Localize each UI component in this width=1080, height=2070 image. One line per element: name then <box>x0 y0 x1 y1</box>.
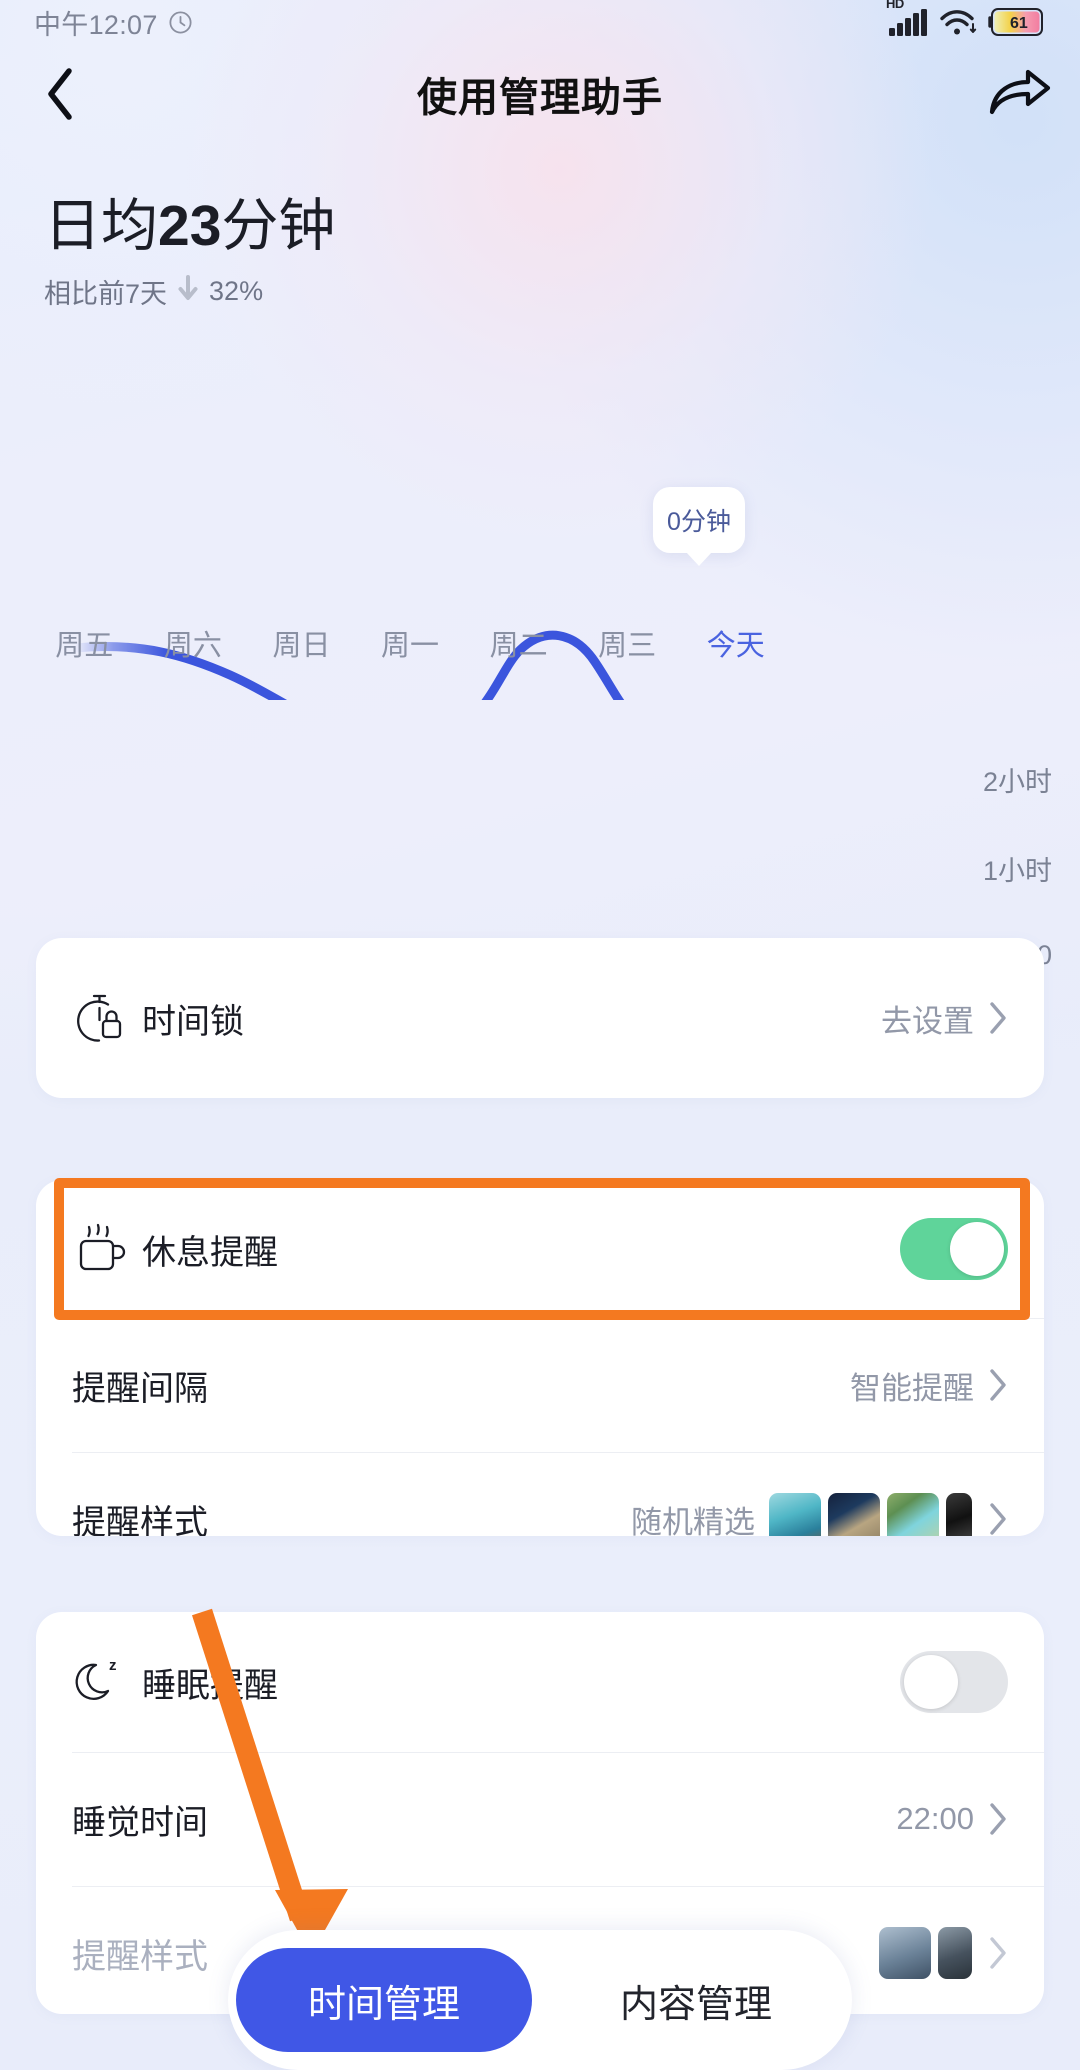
chart-day-label[interactable]: 周五 <box>30 622 139 664</box>
break-reminder-card: 休息提醒 提醒间隔 智能提醒 提醒样式 随机精选 <box>36 1180 1044 1536</box>
row-break-reminder[interactable]: 休息提醒 <box>36 1180 1044 1318</box>
coffee-cup-icon <box>72 1221 142 1277</box>
row-bedtime[interactable]: 睡觉时间 22:00 <box>36 1752 1044 1886</box>
row-value-time-lock: 去设置 <box>881 1003 974 1039</box>
chart-day-label-today[interactable]: 今天 <box>681 622 790 664</box>
row-sleep-reminder[interactable]: z 睡眠提醒 <box>36 1612 1044 1752</box>
chart-day-label[interactable]: 周六 <box>139 622 248 664</box>
cellular-signal-icon <box>889 9 927 36</box>
alarm-clock-icon <box>169 10 192 34</box>
row-label-reminder-interval: 提醒间隔 <box>72 1369 208 1408</box>
nav-bar: 使用管理助手 <box>0 52 1080 136</box>
share-icon <box>989 69 1051 115</box>
row-label-sleep-reminder: 睡眠提醒 <box>142 1666 278 1705</box>
row-value-bedtime: 22:00 <box>896 1801 974 1836</box>
status-bar-time: 中午12:07 <box>34 9 158 40</box>
battery-level-text: 61 <box>1010 15 1028 32</box>
status-bar: 中午12:07 HD 61 <box>0 0 1080 44</box>
chevron-right-icon <box>990 1002 1006 1034</box>
page-title: 使用管理助手 <box>417 76 663 120</box>
back-button[interactable] <box>0 66 120 122</box>
y-axis-label-2h: 2小时 <box>982 767 1052 797</box>
toggle-knob <box>904 1655 958 1709</box>
chart-day-label[interactable]: 周三 <box>573 622 682 664</box>
reminder-style-thumbnails[interactable] <box>769 1493 972 1536</box>
row-reminder-interval[interactable]: 提醒间隔 智能提醒 <box>36 1318 1044 1452</box>
thumbnail-mountain <box>879 1927 931 1979</box>
chevron-right-icon <box>990 1503 1006 1535</box>
moon-sleep-icon: z <box>72 1654 142 1710</box>
chart-tooltip-label: 0分钟 <box>667 508 731 536</box>
time-lock-card: 时间锁 去设置 <box>36 938 1044 1098</box>
thumbnail-cliff <box>828 1493 880 1536</box>
chart-day-labels: 周五 周六 周日 周一 周二 周三 今天 <box>30 622 790 664</box>
usage-summary: 日均23分钟 相比前7天 32% <box>44 192 335 311</box>
row-label-bedtime: 睡觉时间 <box>72 1803 208 1842</box>
chart-tooltip: 0分钟 <box>653 487 745 553</box>
battery-icon: 61 <box>988 8 1043 36</box>
chart-day-label[interactable]: 周二 <box>464 622 573 664</box>
row-reminder-style[interactable]: 提醒样式 随机精选 <box>36 1452 1044 1536</box>
stopwatch-lock-icon <box>72 990 142 1046</box>
sleep-reminder-toggle[interactable] <box>900 1651 1008 1713</box>
chart-day-label[interactable]: 周日 <box>247 622 356 664</box>
status-bar-right: HD 61 <box>886 0 1046 37</box>
thumbnail-beach <box>769 1493 821 1536</box>
chevron-right-icon <box>990 1937 1006 1969</box>
comparison-change: 32% <box>209 276 264 307</box>
comparison-row: 相比前7天 32% <box>44 272 335 311</box>
y-axis-label-1h: 1小时 <box>982 856 1052 886</box>
row-value-reminder-interval: 智能提醒 <box>850 1370 974 1406</box>
toggle-knob <box>950 1222 1004 1276</box>
daily-average-text: 日均23分钟 <box>44 192 335 260</box>
daily-average-suffix: 分钟 <box>221 194 336 258</box>
comparison-label: 相比前7天 <box>44 279 168 310</box>
sleep-reminder-style-thumbnails[interactable] <box>879 1927 972 1979</box>
arrow-down-icon <box>175 274 201 309</box>
chart-day-label[interactable]: 周一 <box>356 622 465 664</box>
row-time-lock[interactable]: 时间锁 去设置 <box>36 938 1044 1098</box>
chevron-left-icon <box>48 68 72 120</box>
chevron-right-icon <box>990 1369 1006 1401</box>
daily-average-prefix: 日均 <box>44 194 158 258</box>
status-bar-left: 中午12:07 <box>34 3 194 42</box>
thumbnail-dark <box>946 1493 972 1536</box>
row-label-time-lock: 时间锁 <box>142 1002 244 1041</box>
svg-text:z: z <box>109 1657 117 1674</box>
row-label-reminder-style: 提醒样式 <box>72 1503 208 1537</box>
daily-average-value: 23 <box>158 194 222 258</box>
chevron-right-icon <box>990 1803 1006 1835</box>
wifi-icon <box>940 10 977 35</box>
thumbnail-river <box>887 1493 939 1536</box>
share-button[interactable] <box>960 68 1080 120</box>
tab-time-management[interactable]: 时间管理 <box>236 1948 532 2052</box>
break-reminder-toggle[interactable] <box>900 1218 1008 1280</box>
row-label-break-reminder: 休息提醒 <box>142 1233 278 1272</box>
thumbnail-peak <box>938 1927 972 1979</box>
row-value-reminder-style: 随机精选 <box>631 1504 755 1537</box>
bottom-tab-bar: 时间管理 内容管理 <box>228 1930 852 2070</box>
tab-content-management[interactable]: 内容管理 <box>548 1948 844 2052</box>
network-type-label: HD <box>886 0 904 11</box>
